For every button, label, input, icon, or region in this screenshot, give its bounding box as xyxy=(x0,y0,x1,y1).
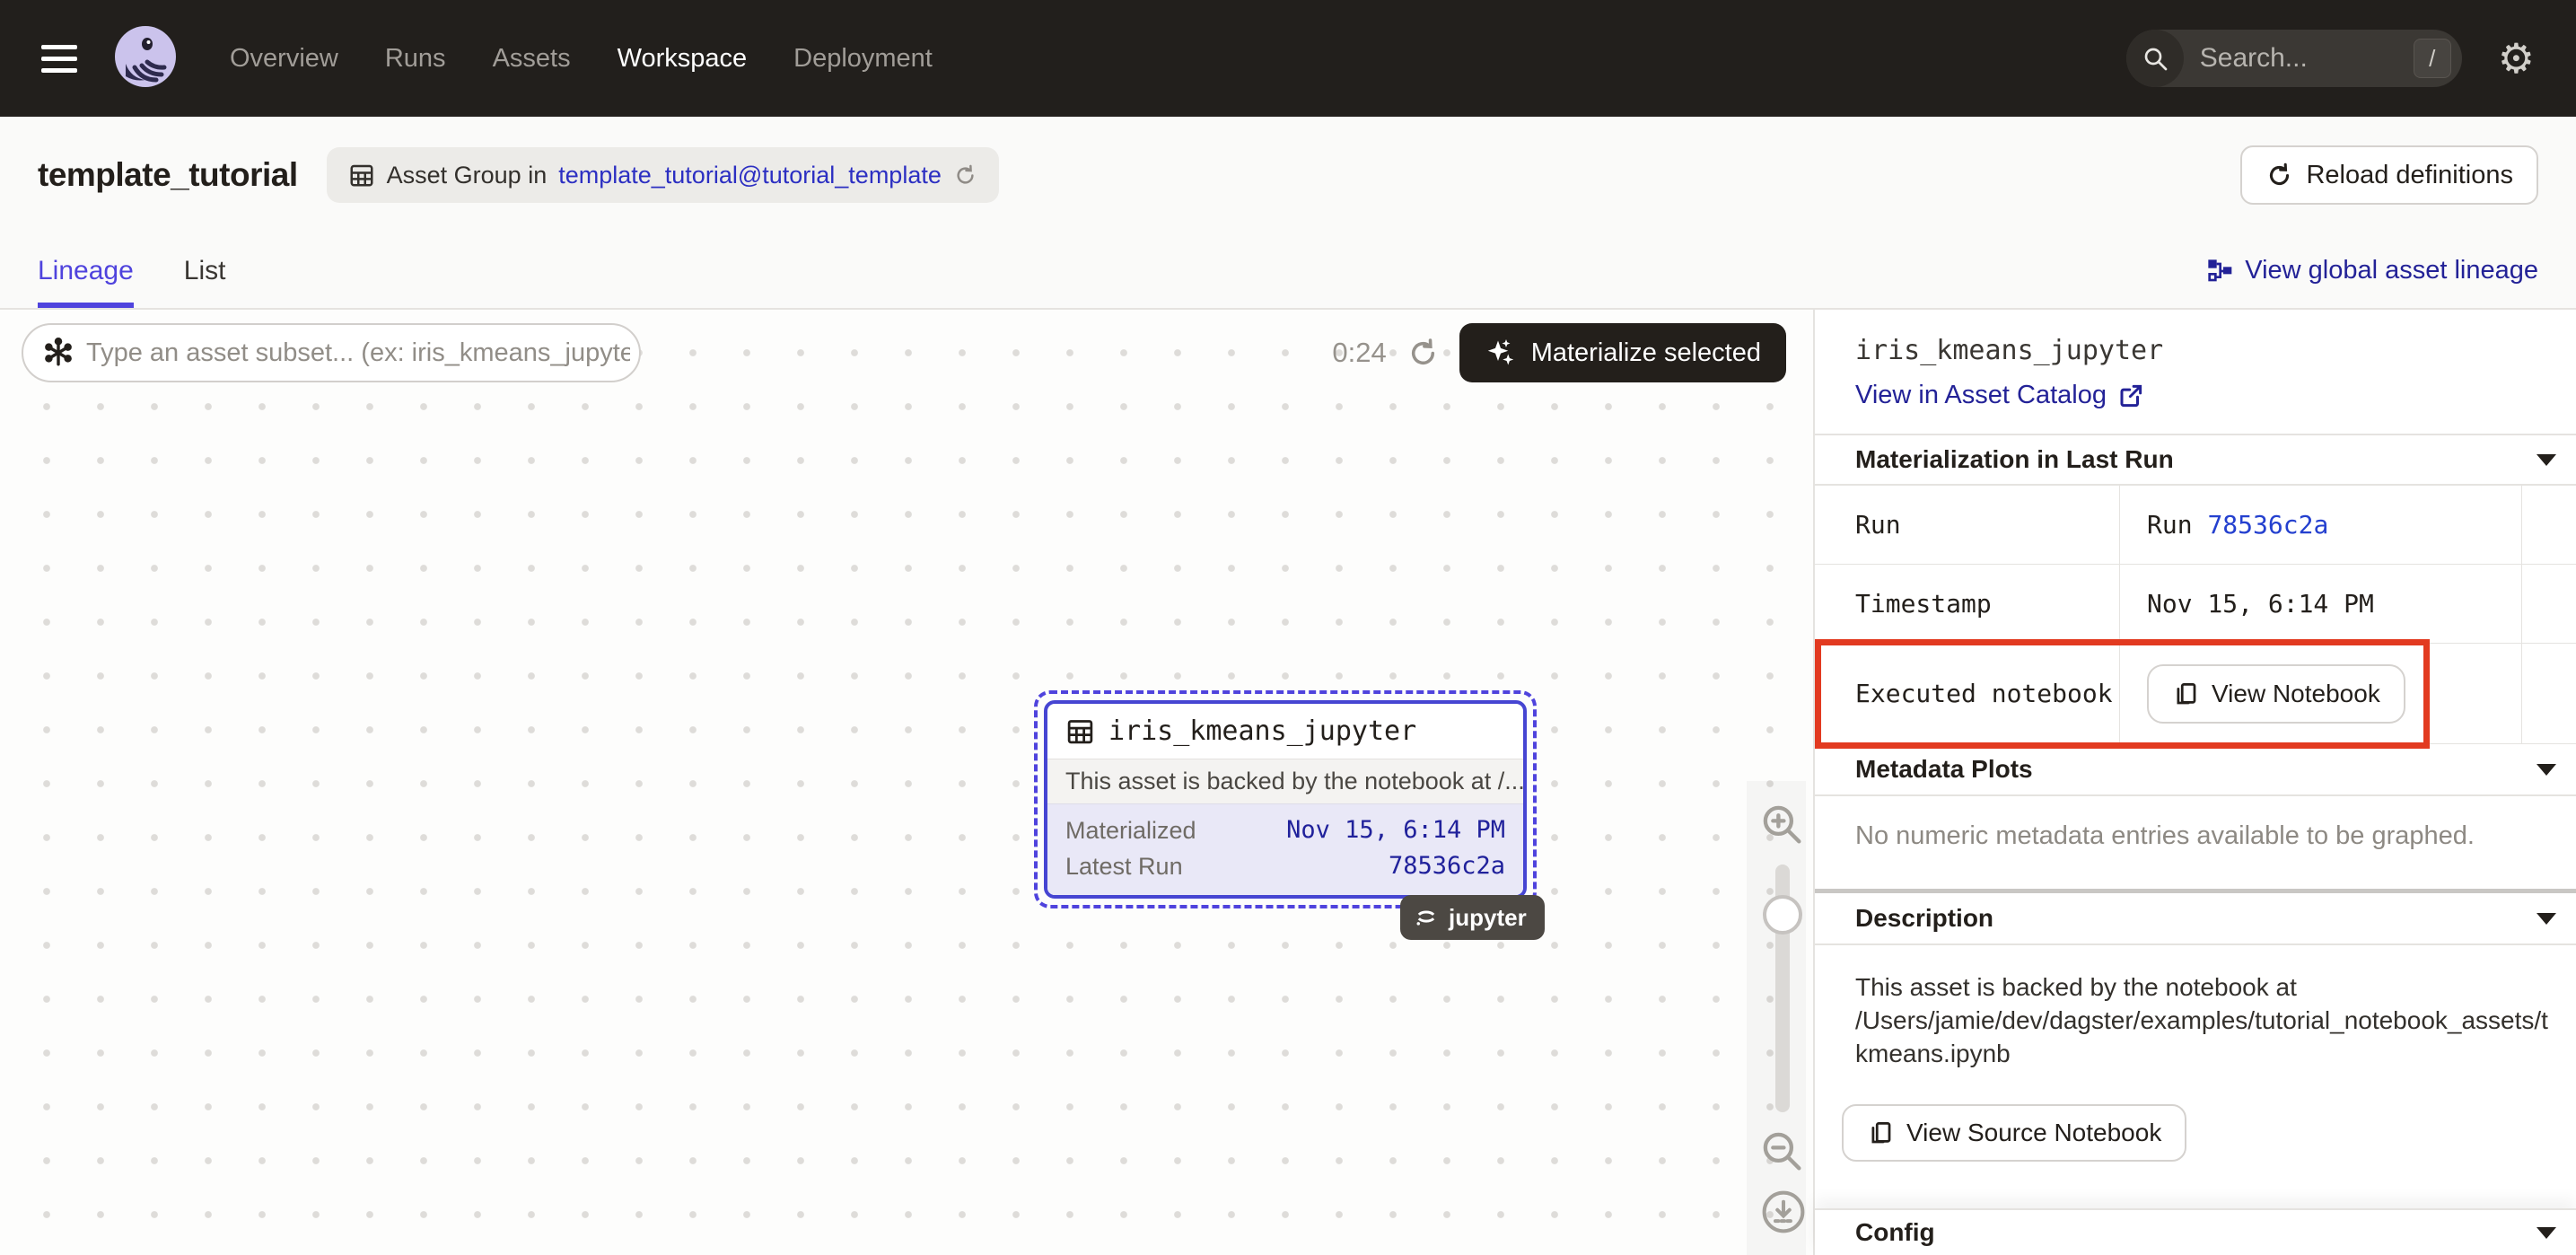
zoom-slider-thumb[interactable] xyxy=(1763,895,1802,935)
asset-lineage-canvas[interactable]: 0:24 Materialize selected xyxy=(0,310,1813,1255)
notebook-icon xyxy=(2172,680,2199,707)
node-stats: Materialized Nov 15, 6:14 PM Latest Run … xyxy=(1047,804,1523,895)
materialize-selected-button[interactable]: Materialize selected xyxy=(1459,323,1786,382)
table-icon xyxy=(1065,716,1095,746)
node-title: iris_kmeans_jupyter xyxy=(1108,715,1416,747)
latest-run-value[interactable]: 78536c2a xyxy=(1389,848,1505,884)
external-link-icon xyxy=(2117,382,2144,409)
run-prefix: Run xyxy=(2147,510,2193,540)
nav-item-assets[interactable]: Assets xyxy=(493,44,571,74)
chevron-down-icon xyxy=(2537,454,2556,466)
row-timestamp: Timestamp Nov 15, 6:14 PM xyxy=(1815,565,2576,644)
canvas-refresh-icon[interactable] xyxy=(1406,337,1440,370)
view-notebook-button[interactable]: View Notebook xyxy=(2147,664,2405,724)
asset-detail-panel: iris_kmeans_jupyter View in Asset Catalo… xyxy=(1813,310,2576,1255)
materialized-label: Materialized xyxy=(1065,812,1196,848)
section-config[interactable]: Config xyxy=(1815,1208,2576,1255)
tabs-row: Lineage List View global asset lineage xyxy=(0,233,2576,310)
nav-links: Overview Runs Assets Workspace Deploymen… xyxy=(230,44,933,74)
top-nav: Overview Runs Assets Workspace Deploymen… xyxy=(0,0,2576,117)
row-run: Run Run 78536c2a xyxy=(1815,486,2576,565)
run-id-link[interactable]: 78536c2a xyxy=(2207,510,2328,540)
asset-subset-input[interactable] xyxy=(86,338,630,368)
zoom-in-button[interactable] xyxy=(1756,798,1808,850)
asset-subset-icon xyxy=(43,338,74,368)
row-executed-notebook: Executed notebook View Notebook xyxy=(1815,644,2576,744)
tag-label: jupyter xyxy=(1449,904,1527,932)
asset-subset-filter[interactable] xyxy=(22,323,641,382)
refresh-timer: 0:24 xyxy=(1332,337,1386,369)
metadata-empty-text: No numeric metadata entries available to… xyxy=(1815,796,2576,889)
search-icon xyxy=(2126,30,2184,87)
nav-item-workspace[interactable]: Workspace xyxy=(618,44,748,74)
reload-icon xyxy=(2265,162,2293,189)
badge-reload-icon[interactable] xyxy=(953,163,977,188)
global-search[interactable]: Search... / xyxy=(2126,30,2462,87)
latest-run-label: Latest Run xyxy=(1065,848,1183,884)
sparkles-icon xyxy=(1485,337,1517,369)
description-text: This asset is backed by the notebook at … xyxy=(1815,945,2576,1077)
materialized-value: Nov 15, 6:14 PM xyxy=(1286,812,1505,848)
chevron-down-icon xyxy=(2537,913,2556,925)
compute-kind-tag-jupyter[interactable]: jupyter xyxy=(1400,895,1545,940)
nav-item-overview[interactable]: Overview xyxy=(230,44,338,74)
asset-node-iris-kmeans-jupyter[interactable]: iris_kmeans_jupyter This asset is backed… xyxy=(1034,690,1537,908)
view-global-asset-lineage-link[interactable]: View global asset lineage xyxy=(2205,233,2538,308)
settings-gear-icon[interactable]: ⚙ xyxy=(2498,38,2535,79)
hamburger-menu-icon[interactable] xyxy=(41,45,77,73)
section-materialization-last-run[interactable]: Materialization in Last Run xyxy=(1815,434,2576,486)
zoom-out-button[interactable] xyxy=(1756,1125,1808,1177)
view-source-notebook-button[interactable]: View Source Notebook xyxy=(1842,1104,2186,1162)
notebook-icon xyxy=(1867,1119,1894,1146)
asset-group-badge: Asset Group in template_tutorial@tutoria… xyxy=(327,147,999,203)
tab-list[interactable]: List xyxy=(184,233,226,308)
search-placeholder: Search... xyxy=(2200,43,2414,74)
view-in-asset-catalog-link[interactable]: View in Asset Catalog xyxy=(1855,381,2536,410)
section-metadata-plots[interactable]: Metadata Plots xyxy=(1815,744,2576,796)
panel-asset-title: iris_kmeans_jupyter xyxy=(1855,335,2536,366)
jupyter-icon xyxy=(1413,904,1440,931)
tab-lineage[interactable]: Lineage xyxy=(38,233,134,308)
badge-prefix: Asset Group in xyxy=(387,162,548,189)
search-shortcut-badge: / xyxy=(2414,39,2451,78)
page-header: template_tutorial Asset Group in templat… xyxy=(0,117,2576,233)
page-title: template_tutorial xyxy=(38,156,298,194)
download-view-button[interactable] xyxy=(1759,1188,1808,1236)
asset-group-icon xyxy=(348,162,375,189)
reload-definitions-button[interactable]: Reload definitions xyxy=(2240,145,2538,205)
nav-item-runs[interactable]: Runs xyxy=(385,44,446,74)
dagster-logo[interactable] xyxy=(111,24,180,92)
node-description: This asset is backed by the notebook at … xyxy=(1047,759,1523,804)
lineage-graph-icon xyxy=(2205,257,2234,285)
section-description[interactable]: Description xyxy=(1815,893,2576,945)
badge-repo-link[interactable]: template_tutorial@tutorial_template xyxy=(558,162,942,189)
chevron-down-icon xyxy=(2537,1227,2556,1239)
nav-item-deployment[interactable]: Deployment xyxy=(793,44,933,74)
chevron-down-icon xyxy=(2537,764,2556,776)
